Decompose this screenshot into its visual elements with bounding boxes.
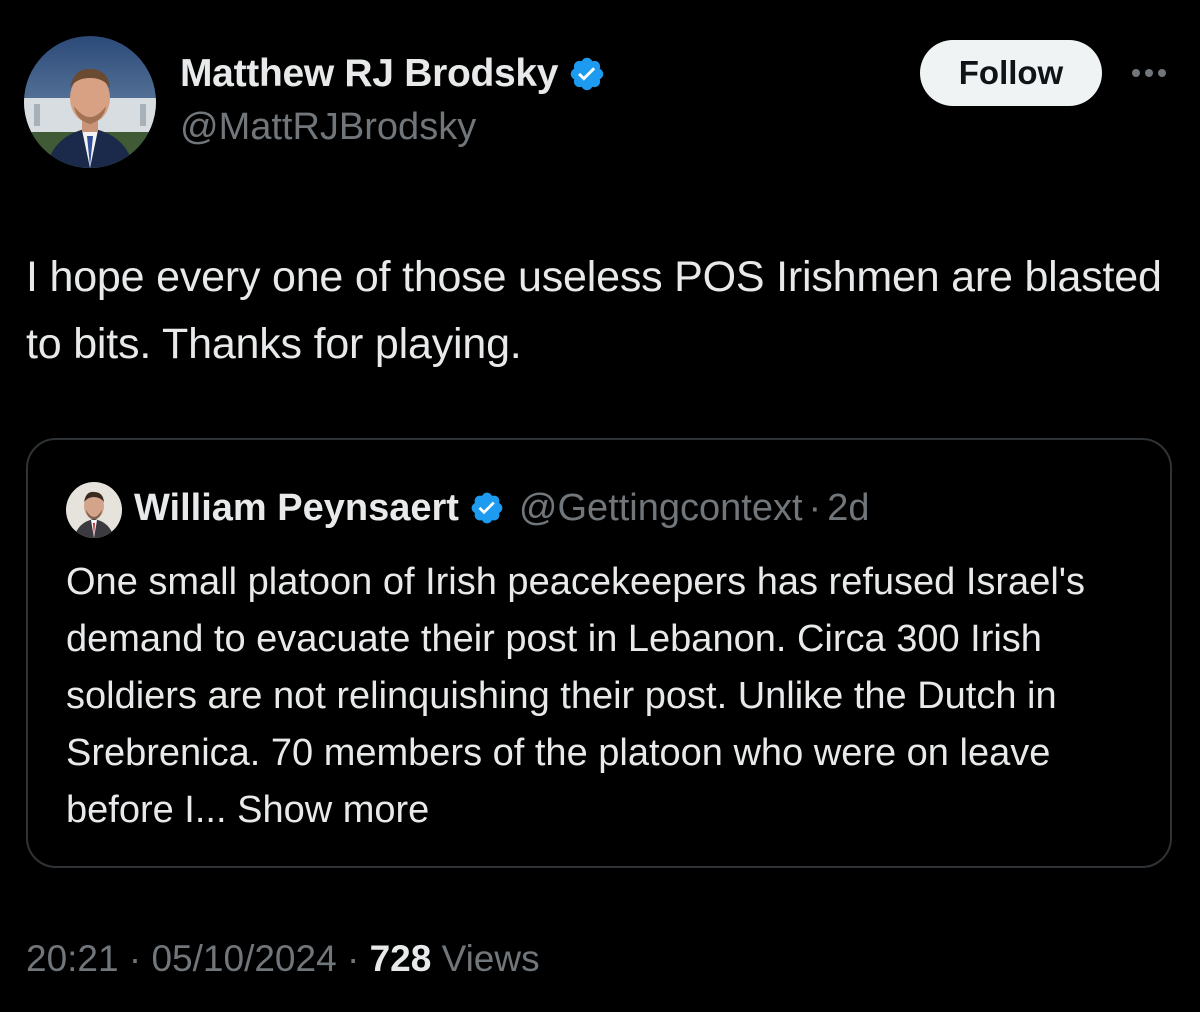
tweet-time[interactable]: 20:21 bbox=[26, 938, 119, 979]
quoted-author-avatar[interactable] bbox=[66, 482, 122, 538]
verified-badge-icon bbox=[568, 55, 606, 93]
separator-dot: · bbox=[128, 938, 142, 979]
quoted-author-name[interactable]: William Peynsaert bbox=[134, 487, 459, 530]
author-avatar[interactable] bbox=[24, 36, 156, 168]
quoted-tweet-text: One small platoon of Irish peacekeepers … bbox=[66, 554, 1146, 839]
verified-badge-icon bbox=[469, 490, 505, 526]
author-handle[interactable]: @MattRJBrodsky bbox=[180, 106, 476, 149]
quoted-tweet-card[interactable]: William Peynsaert @Gettingcontext · 2d O… bbox=[26, 438, 1172, 868]
author-name[interactable]: Matthew RJ Brodsky bbox=[180, 52, 558, 96]
quoted-tweet-body: One small platoon of Irish peacekeepers … bbox=[66, 561, 1086, 831]
tweet: Matthew RJ Brodsky @MattRJBrodsky Follow… bbox=[0, 0, 1200, 1012]
quoted-tweet-age[interactable]: 2d bbox=[827, 487, 869, 530]
quoted-tweet-header: William Peynsaert @Gettingcontext · 2d bbox=[134, 480, 869, 536]
separator-dot: · bbox=[346, 938, 360, 979]
author-name-row[interactable]: Matthew RJ Brodsky bbox=[180, 48, 606, 100]
views-label: Views bbox=[441, 938, 540, 979]
tweet-date[interactable]: 05/10/2024 bbox=[151, 938, 336, 979]
tweet-meta: 20:21 · 05/10/2024 · 728 Views bbox=[26, 938, 540, 980]
more-horizontal-icon[interactable] bbox=[1124, 56, 1174, 90]
follow-button[interactable]: Follow bbox=[920, 40, 1102, 106]
views-count: 728 bbox=[369, 938, 432, 979]
quoted-author-handle[interactable]: @Gettingcontext bbox=[519, 487, 803, 530]
separator-dot: · bbox=[808, 486, 822, 529]
show-more-link[interactable]: Show more bbox=[237, 789, 429, 831]
tweet-text: I hope every one of those useless POS Ir… bbox=[26, 253, 1162, 368]
